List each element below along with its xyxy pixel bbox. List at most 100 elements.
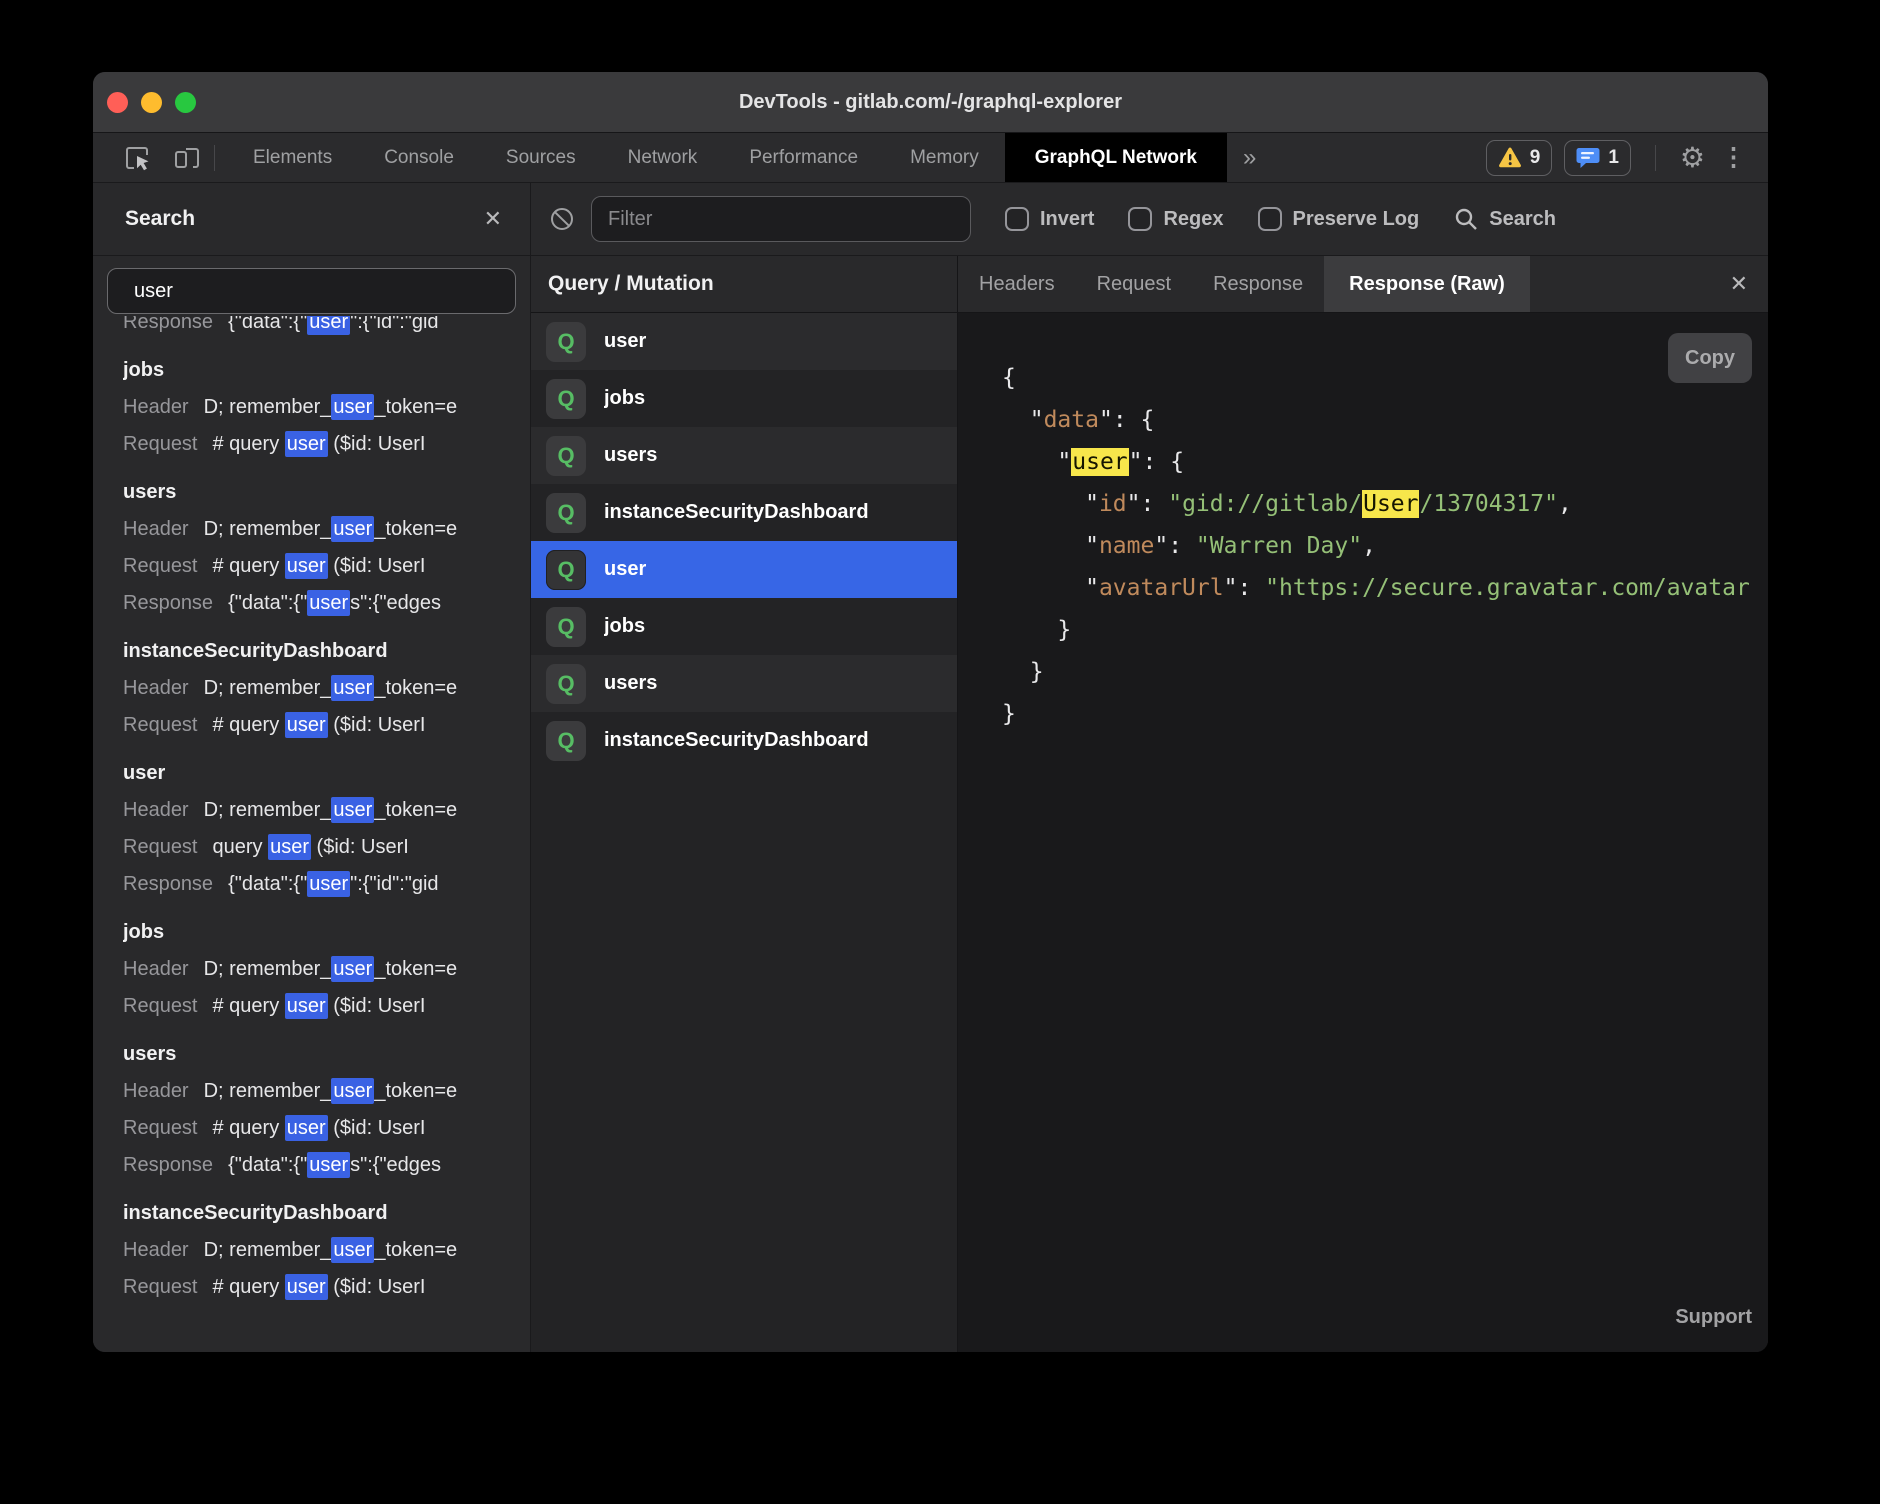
result-line-response[interactable]: Response{"data":{"user":{"id":"gid	[123, 866, 530, 903]
response-raw-json: { "data": { "user": { "id": "gid://gitla…	[958, 313, 1768, 1352]
clear-requests-icon[interactable]	[547, 204, 577, 234]
result-text: # query	[213, 433, 285, 455]
checkbox-box[interactable]	[1005, 207, 1029, 231]
more-tabs-chevron-icon[interactable]: »	[1243, 144, 1256, 172]
devtools-tab-network[interactable]: Network	[602, 133, 724, 182]
query-item-label: instanceSecurityDashboard	[604, 729, 869, 752]
inspect-element-icon[interactable]	[123, 143, 153, 173]
close-response-panel-icon[interactable]: ✕	[1730, 256, 1768, 312]
match-highlight: user	[285, 1274, 328, 1300]
devtools-tab-sources[interactable]: Sources	[480, 133, 602, 182]
console-errors-badge[interactable]: 9	[1486, 140, 1553, 176]
query-list-item-user[interactable]: Quser	[531, 313, 957, 370]
result-line-header[interactable]: HeaderD; remember_user_token=e	[123, 1073, 530, 1110]
result-line-request[interactable]: Request# query user ($id: UserI	[123, 1110, 530, 1147]
query-list-item-user[interactable]: Quser	[531, 541, 957, 598]
checkbox-preserve-log[interactable]: Preserve Log	[1258, 207, 1420, 231]
device-toolbar-icon[interactable]	[172, 143, 202, 173]
result-line-header[interactable]: HeaderD; remember_user_token=e	[123, 951, 530, 988]
checkbox-label: Regex	[1163, 208, 1223, 231]
result-line-label: Request	[123, 1117, 198, 1139]
json-line: }	[1002, 651, 1768, 693]
network-search-button[interactable]: Search	[1453, 206, 1556, 232]
query-list-item-instancesecuritydashboard[interactable]: QinstanceSecurityDashboard	[531, 712, 957, 769]
response-tab-headers[interactable]: Headers	[958, 256, 1076, 312]
devtools-tab-memory[interactable]: Memory	[884, 133, 1005, 182]
filter-bar: Invert Regex Preserve Log Search	[531, 183, 1768, 256]
result-line-header[interactable]: HeaderD; remember_user_token=e	[123, 389, 530, 426]
match-highlight: user	[331, 1078, 374, 1104]
result-line-label: Response	[123, 592, 213, 614]
result-text: _token=e	[374, 1239, 457, 1261]
query-list: QuserQjobsQusersQinstanceSecurityDashboa…	[531, 313, 957, 1352]
devtools-tab-performance[interactable]: Performance	[723, 133, 884, 182]
result-text: ":{"id":"gid	[350, 316, 438, 333]
search-input[interactable]	[107, 268, 516, 314]
message-icon	[1576, 147, 1600, 169]
query-list-item-instancesecuritydashboard[interactable]: QinstanceSecurityDashboard	[531, 484, 957, 541]
checkbox-invert[interactable]: Invert	[1005, 207, 1094, 231]
match-highlight: user	[307, 871, 350, 897]
result-text: {"data":{"	[228, 592, 307, 614]
result-text: # query	[213, 1276, 285, 1298]
devtools-tab-elements[interactable]: Elements	[227, 133, 358, 182]
copy-button[interactable]: Copy	[1668, 333, 1752, 383]
settings-gear-icon[interactable]: ⚙	[1680, 144, 1705, 172]
result-line-request[interactable]: Request# query user ($id: UserI	[123, 707, 530, 744]
result-line-header[interactable]: HeaderD; remember_user_token=e	[123, 792, 530, 829]
response-tab-request[interactable]: Request	[1076, 256, 1193, 312]
result-text: _token=e	[374, 1080, 457, 1102]
result-text: {"data":{"	[228, 1154, 307, 1176]
result-text: # query	[213, 555, 285, 577]
response-tab-bar: HeadersRequestResponseResponse (Raw) ✕	[958, 256, 1768, 313]
checkbox-regex[interactable]: Regex	[1128, 207, 1223, 231]
match-highlight: user	[331, 675, 374, 701]
result-text: D; remember_	[204, 518, 332, 540]
checkbox-label: Invert	[1040, 208, 1094, 231]
result-line-response[interactable]: Response{"data":{"users":{"edges	[123, 1147, 530, 1184]
query-list-item-users[interactable]: Qusers	[531, 427, 957, 484]
filter-input[interactable]	[591, 196, 971, 242]
console-messages-badge[interactable]: 1	[1564, 140, 1631, 176]
result-group-title: users	[123, 474, 530, 511]
response-tab-response[interactable]: Response	[1192, 256, 1324, 312]
result-line-request[interactable]: Request# query user ($id: UserI	[123, 548, 530, 585]
network-column: InvertRegexPreserve Log Search Query / M…	[531, 183, 1768, 1352]
result-line-label: Request	[123, 995, 198, 1017]
support-link[interactable]: Support	[1675, 1296, 1752, 1338]
result-group-title: instanceSecurityDashboard	[123, 633, 530, 670]
match-highlight: user	[331, 516, 374, 542]
checkbox-box[interactable]	[1128, 207, 1152, 231]
match-highlight: user	[331, 797, 374, 823]
result-line-response[interactable]: Response{"data":{"user":{"id":"gid	[123, 316, 530, 341]
checkbox-box[interactable]	[1258, 207, 1282, 231]
query-list-item-jobs[interactable]: Qjobs	[531, 598, 957, 655]
result-text: s":{"edges	[350, 592, 441, 614]
result-line-header[interactable]: HeaderD; remember_user_token=e	[123, 670, 530, 707]
result-line-request[interactable]: Request# query user ($id: UserI	[123, 1269, 530, 1306]
query-type-badge: Q	[546, 607, 586, 647]
result-line-header[interactable]: HeaderD; remember_user_token=e	[123, 511, 530, 548]
response-tab-response-raw[interactable]: Response (Raw)	[1324, 256, 1530, 312]
close-window-button[interactable]	[107, 92, 128, 113]
minimize-window-button[interactable]	[141, 92, 162, 113]
devtools-tab-graphql-network[interactable]: GraphQL Network	[1005, 133, 1227, 182]
result-line-request[interactable]: Requestquery user ($id: UserI	[123, 829, 530, 866]
result-text: ($id: UserI	[328, 555, 426, 577]
match-highlight: user	[331, 394, 374, 420]
result-line-header[interactable]: HeaderD; remember_user_token=e	[123, 1232, 530, 1269]
close-search-panel-icon[interactable]: ✕	[484, 208, 502, 230]
query-list-item-users[interactable]: Qusers	[531, 655, 957, 712]
query-type-badge: Q	[546, 550, 586, 590]
match-highlight: user	[307, 316, 350, 335]
query-list-item-jobs[interactable]: Qjobs	[531, 370, 957, 427]
result-line-request[interactable]: Request# query user ($id: UserI	[123, 426, 530, 463]
result-text: ($id: UserI	[311, 836, 409, 858]
traffic-lights	[107, 72, 196, 132]
zoom-window-button[interactable]	[175, 92, 196, 113]
devtools-window: DevTools - gitlab.com/-/graphql-explorer…	[93, 72, 1768, 1352]
result-line-request[interactable]: Request# query user ($id: UserI	[123, 988, 530, 1025]
kebab-menu-icon[interactable]: ⋮	[1717, 145, 1750, 170]
devtools-tab-console[interactable]: Console	[358, 133, 480, 182]
result-line-response[interactable]: Response{"data":{"users":{"edges	[123, 585, 530, 622]
